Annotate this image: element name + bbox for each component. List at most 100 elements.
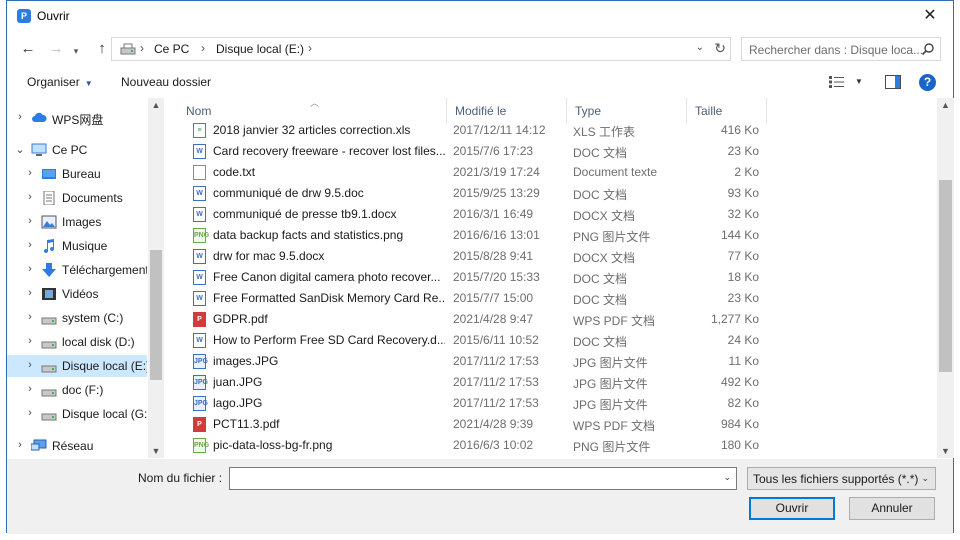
recent-locations-button[interactable]: ▾ xyxy=(69,41,83,61)
sidebar-item[interactable]: › Images xyxy=(7,211,147,233)
file-row[interactable]: Wcommuniqué de presse tb9.1.docx 2016/3/1… xyxy=(177,204,937,225)
file-row[interactable]: Wdrw for mac 9.5.docx 2015/8/28 9:41 DOCX … xyxy=(177,246,937,267)
file-size: 11 Ko xyxy=(728,354,759,368)
chevron-right-icon[interactable]: › xyxy=(25,239,35,251)
breadcrumb-ce-pc[interactable]: Ce PC xyxy=(154,42,189,56)
view-details-icon[interactable] xyxy=(829,76,845,88)
sidebar-item[interactable]: › Disque local (G:) xyxy=(7,403,147,425)
drive-icon xyxy=(41,407,57,421)
sidebar-item[interactable]: › system (C:) xyxy=(7,307,147,329)
organize-button[interactable]: Organiser ▼ xyxy=(27,75,93,89)
file-row[interactable]: P GDPR.pdf 2021/4/28 9:47 WPS PDF 文档 1,277 K… xyxy=(177,309,937,330)
scrollbar-thumb[interactable] xyxy=(939,180,952,372)
cancel-button[interactable]: Annuler xyxy=(849,497,935,520)
search-input[interactable]: Rechercher dans : Disque loca... xyxy=(741,37,941,61)
file-type: DOC 文档 xyxy=(573,335,628,349)
drive-icon xyxy=(120,43,136,55)
file-size: 32 Ko xyxy=(727,207,759,221)
address-history-dropdown[interactable]: ⌄ xyxy=(696,42,704,53)
file-row[interactable]: W Card recovery freeware - recover lost f… xyxy=(177,141,937,162)
back-button[interactable]: ← xyxy=(17,39,39,59)
jpg-file-icon: JPG xyxy=(193,396,208,411)
scroll-down-icon[interactable]: ▼ xyxy=(937,446,954,456)
scroll-up-icon[interactable]: ▲ xyxy=(148,100,164,110)
sidebar-item[interactable]: › Vidéos xyxy=(7,283,147,305)
doc-file-icon: W xyxy=(193,207,206,222)
file-list-scrollbar[interactable]: ▲ ▼ xyxy=(937,98,954,458)
file-size: 416 Ko xyxy=(720,123,759,137)
sidebar-item[interactable]: › Réseau xyxy=(7,435,147,457)
file-modified: 2015/7/20 15:33 xyxy=(453,270,540,284)
preview-pane-icon[interactable] xyxy=(885,75,901,89)
file-row[interactable]: JPG images.JPG 2017/11/2 17:53 JPG 图片文件 11 K… xyxy=(177,351,937,372)
up-button[interactable]: ↑ xyxy=(91,39,113,59)
address-bar[interactable]: › Ce PC › Disque local (E:) › ⌄ ↻ xyxy=(111,37,731,61)
videos-icon xyxy=(41,287,57,301)
file-row[interactable]: W Free Canon digital camera photo recover… xyxy=(177,267,937,288)
file-type-filter-select[interactable]: Tous les fichiers supportés (*.*) ⌄ xyxy=(747,467,936,490)
sidebar-item-label: Bureau xyxy=(62,167,101,181)
view-options-caret-icon[interactable]: ▼ xyxy=(855,77,863,86)
chevron-right-icon[interactable]: › xyxy=(15,111,25,123)
file-row[interactable]: code.txt 2021/3/19 17:24 Document texte 2 K… xyxy=(177,162,937,183)
chevron-right-icon[interactable]: › xyxy=(15,439,25,451)
chevron-down-icon[interactable]: ⌄ xyxy=(723,472,731,483)
file-size: 144 Ko xyxy=(720,228,759,242)
chevron-down-icon: ▾ xyxy=(73,46,79,56)
chevron-right-icon[interactable]: › xyxy=(25,359,35,371)
sidebar-item[interactable]: › local disk (D:) xyxy=(7,331,147,353)
file-type: DOC 文档 xyxy=(573,293,628,307)
sidebar-item[interactable]: › Musique xyxy=(7,235,147,257)
chevron-right-icon[interactable]: › xyxy=(25,215,35,227)
file-size: 2 Ko xyxy=(734,165,759,179)
chevron-right-icon[interactable]: › xyxy=(25,407,35,419)
file-row[interactable]: P PCT11.3.pdf 2021/4/28 9:39 WPS PDF 文档 984 … xyxy=(177,414,937,435)
music-icon xyxy=(41,239,57,254)
file-row[interactable]: PNG data backup facts and statistics.png 2… xyxy=(177,225,937,246)
close-button[interactable]: ✕ xyxy=(907,1,953,31)
chevron-right-icon[interactable]: › xyxy=(25,383,35,395)
file-row[interactable]: JPG lago.JPG 2017/11/2 17:53 JPG 图片文件 82 Ko xyxy=(177,393,937,414)
sidebar-item[interactable]: › Bureau xyxy=(7,163,147,185)
open-button[interactable]: Ouvrir xyxy=(749,497,835,520)
file-row[interactable]: W Free Formatted SanDisk Memory Card Re..… xyxy=(177,288,937,309)
sidebar-item[interactable]: › doc (F:) xyxy=(7,379,147,401)
new-folder-button[interactable]: Nouveau dossier xyxy=(121,75,211,89)
chevron-right-icon[interactable]: › xyxy=(25,263,35,275)
sidebar-item[interactable]: › WPS网盘 xyxy=(7,107,147,129)
chevron-down-icon[interactable]: ⌄ xyxy=(15,143,25,156)
sidebar-item[interactable]: ⌄ Ce PC xyxy=(7,139,147,161)
sidebar-item[interactable]: › Documents xyxy=(7,187,147,209)
refresh-icon[interactable]: ↻ xyxy=(714,40,726,57)
sidebar-item[interactable]: › Téléchargement xyxy=(7,259,147,281)
chevron-right-icon[interactable]: › xyxy=(25,191,35,203)
file-name: images.JPG xyxy=(213,354,279,368)
sidebar-item[interactable]: › Disque local (E:) xyxy=(7,355,147,377)
file-row[interactable]: ≡ 2018 janvier 32 articles correction.xls… xyxy=(177,120,937,141)
txt-file-icon xyxy=(193,165,206,180)
file-row[interactable]: PNG pic-data-loss-bg-fr.png 2016/6/3 10:02… xyxy=(177,435,937,456)
sidebar-item-label: Musique xyxy=(62,239,108,253)
chevron-right-icon[interactable]: › xyxy=(25,335,35,347)
arrow-left-icon: ← xyxy=(20,40,36,57)
file-row[interactable]: Wcommuniqué de drw 9.5.doc 2015/9/25 13:2… xyxy=(177,183,937,204)
chevron-right-icon[interactable]: › xyxy=(25,311,35,323)
sidebar-item-label: system (C:) xyxy=(62,311,124,325)
scroll-up-icon[interactable]: ▲ xyxy=(937,100,954,110)
chevron-right-icon[interactable]: › xyxy=(25,167,35,179)
breadcrumb-separator: › xyxy=(308,41,312,55)
breadcrumb-disque-local-e[interactable]: Disque local (E:) xyxy=(216,42,304,56)
filename-input[interactable]: ⌄ xyxy=(229,467,737,490)
scrollbar-thumb[interactable] xyxy=(150,250,162,380)
file-modified: 2015/8/28 9:41 xyxy=(453,249,534,263)
navigation-scrollbar[interactable]: ▲ ▼ xyxy=(148,98,164,458)
file-row[interactable]: JPG juan.JPG 2017/11/2 17:53 JPG 图片文件 492 Ko xyxy=(177,372,937,393)
file-type: PNG 图片文件 xyxy=(573,440,651,454)
help-icon[interactable]: ? xyxy=(919,74,936,91)
scroll-down-icon[interactable]: ▼ xyxy=(148,446,164,456)
column-name-label: Nom xyxy=(186,104,212,118)
organize-label: Organiser xyxy=(27,75,80,89)
chevron-right-icon[interactable]: › xyxy=(25,287,35,299)
forward-button[interactable]: → xyxy=(45,39,67,59)
file-row[interactable]: W How to Perform Free SD Card Recovery.d.… xyxy=(177,330,937,351)
